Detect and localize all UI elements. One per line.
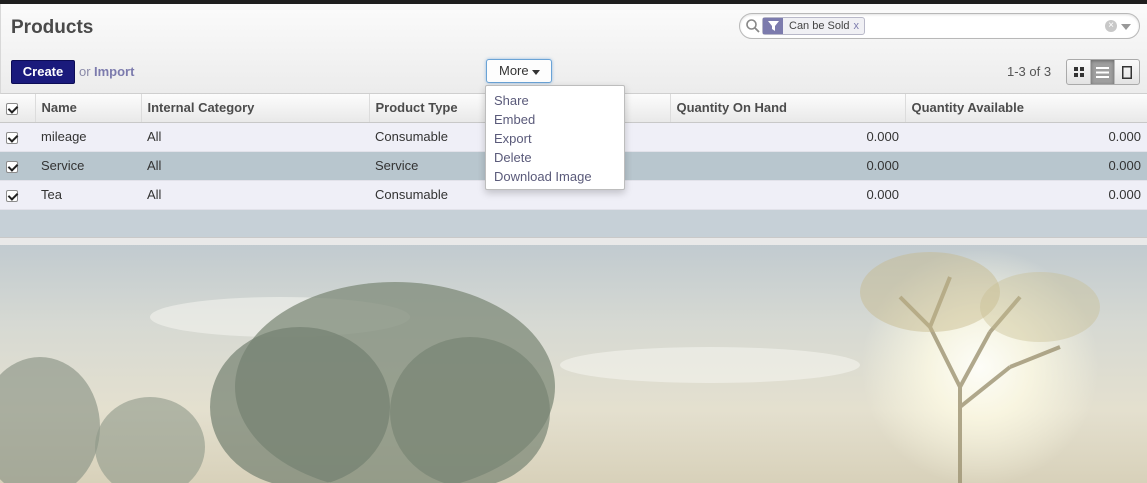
column-header-quantity-available[interactable]: Quantity Available — [905, 94, 1147, 123]
menu-item-share[interactable]: Share — [486, 91, 624, 110]
row-checkbox[interactable] — [6, 160, 18, 173]
cell-qty-on-hand: 0.000 — [670, 122, 905, 152]
cell-qty-available: 0.000 — [905, 151, 1147, 181]
background-image — [0, 237, 1147, 483]
column-header-internal-category[interactable]: Internal Category — [141, 94, 370, 123]
pager-value[interactable]: 1-3 of 3 — [1007, 64, 1051, 79]
facet-label: Can be Sold — [789, 20, 850, 32]
cell-category: All — [141, 122, 369, 152]
column-header-name[interactable]: Name — [35, 94, 142, 123]
row-checkbox[interactable] — [6, 189, 18, 202]
search-facet[interactable]: Can be Sold x — [762, 17, 866, 35]
filter-icon — [763, 18, 783, 34]
form-view-button[interactable] — [1115, 60, 1139, 84]
more-button-label: More — [499, 63, 529, 78]
table-footer — [0, 210, 1147, 237]
column-header-quantity-on-hand[interactable]: Quantity On Hand — [670, 94, 906, 123]
cell-qty-available: 0.000 — [905, 122, 1147, 152]
clear-search-icon[interactable]: × — [1105, 20, 1117, 32]
cell-qty-available: 0.000 — [905, 180, 1147, 210]
select-all-checkbox[interactable] — [6, 102, 18, 115]
cell-qty-on-hand: 0.000 — [670, 151, 905, 181]
menu-item-export[interactable]: Export — [486, 129, 624, 148]
cell-name: Tea — [35, 180, 141, 210]
select-all-checkbox-cell[interactable] — [0, 94, 36, 123]
caret-down-icon — [532, 70, 540, 75]
kanban-view-button[interactable] — [1067, 60, 1091, 84]
cell-name: mileage — [35, 122, 141, 152]
facet-remove-button[interactable]: x — [854, 18, 865, 34]
control-panel: Products Can be Sold x × Create or Impor… — [0, 4, 1147, 94]
grid-icon — [1073, 67, 1084, 77]
cell-category: All — [141, 151, 369, 181]
view-switcher — [1066, 59, 1140, 85]
create-button[interactable]: Create — [11, 60, 75, 84]
list-view-button[interactable] — [1091, 60, 1115, 84]
row-checkbox[interactable] — [6, 131, 18, 144]
cell-category: All — [141, 180, 369, 210]
search-options-chevron-icon[interactable] — [1121, 24, 1131, 30]
tree-silhouettes — [0, 252, 1100, 483]
cell-qty-on-hand: 0.000 — [670, 180, 905, 210]
list-icon — [1096, 66, 1109, 78]
or-text: or — [79, 64, 91, 79]
menu-item-download-image[interactable]: Download Image — [486, 167, 624, 186]
search-box[interactable]: Can be Sold x × — [739, 13, 1140, 39]
cell-name: Service — [35, 151, 141, 181]
page-title: Products — [11, 17, 94, 38]
more-dropdown-menu: Share Embed Export Delete Download Image — [485, 85, 625, 190]
search-icon[interactable] — [745, 18, 761, 34]
menu-item-delete[interactable]: Delete — [486, 148, 624, 167]
more-button[interactable]: More — [486, 59, 552, 83]
menu-item-embed[interactable]: Embed — [486, 110, 624, 129]
form-icon — [1122, 65, 1132, 79]
import-link[interactable]: Import — [94, 64, 134, 79]
